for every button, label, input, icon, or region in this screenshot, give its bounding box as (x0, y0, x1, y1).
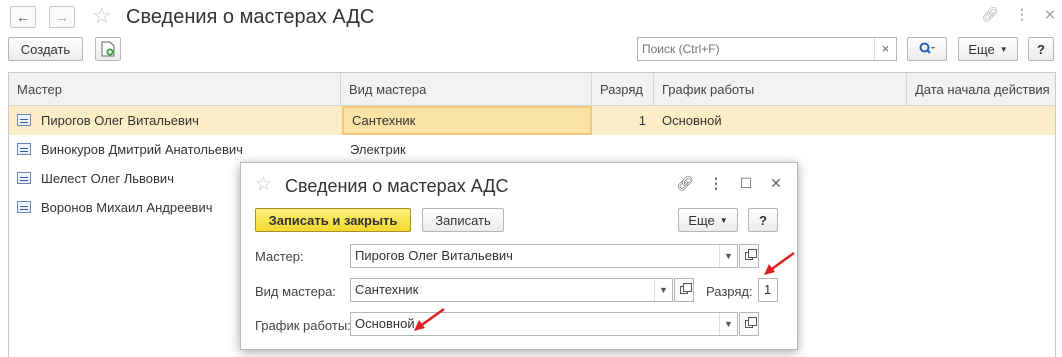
column-header-grade[interactable]: Разряд (592, 73, 654, 106)
save-label: Записать (435, 212, 491, 228)
cell-type: Сантехник (342, 106, 592, 135)
more-vertical-icon[interactable]: ⋮ (1012, 6, 1032, 23)
annotation-arrow-icon (764, 251, 795, 275)
chevron-down-icon: ▼ (719, 215, 728, 225)
more-button[interactable]: Еще ▼ (958, 37, 1018, 61)
table-row[interactable]: Пирогов Олег Витальевич Сантехник 1 Осно… (9, 106, 1055, 135)
more-vertical-icon[interactable]: ⋮ (706, 175, 726, 192)
cell-master: Пирогов Олег Витальевич (41, 113, 199, 128)
type-field[interactable]: Сантехник ▼ (350, 278, 673, 302)
open-schedule-button[interactable] (739, 312, 759, 336)
schedule-value: Основной (355, 316, 415, 331)
search-button[interactable] (907, 37, 947, 61)
grade-field[interactable]: 1 (758, 278, 778, 302)
back-button[interactable]: ← (10, 6, 36, 28)
dropdown-arrow-icon[interactable]: ▼ (654, 279, 672, 301)
column-header-master[interactable]: Мастер (9, 73, 341, 106)
column-header-schedule[interactable]: График работы (654, 73, 907, 106)
help-label: ? (759, 212, 767, 228)
page-title: Сведения о мастерах АДС (126, 6, 375, 28)
forward-button[interactable]: → (49, 6, 75, 28)
help-button[interactable]: ? (748, 208, 778, 232)
close-icon[interactable]: ✕ (1040, 6, 1060, 24)
dropdown-arrow-icon[interactable]: ▼ (719, 245, 737, 267)
favorite-star-icon[interactable]: ☆ (92, 3, 112, 29)
favorite-star-icon[interactable]: ☆ (255, 173, 272, 196)
cell-master: Шелест Олег Львович (41, 171, 174, 186)
cell-schedule: Основной (662, 113, 722, 128)
open-type-button[interactable] (674, 278, 694, 302)
catalog-item-icon (17, 201, 31, 213)
column-header-start-date[interactable]: Дата начала действия (907, 73, 1057, 106)
open-form-icon (680, 283, 692, 294)
grade-value: 1 (764, 282, 772, 297)
save-and-close-label: Записать и закрыть (268, 212, 398, 228)
add-document-icon (101, 41, 115, 57)
more-button-label: Еще (968, 41, 995, 57)
help-button[interactable]: ? (1028, 37, 1054, 61)
link-icon[interactable]: 🔗︎ (980, 6, 1000, 23)
help-button-label: ? (1037, 41, 1045, 57)
close-icon[interactable]: ✕ (766, 175, 786, 192)
cell-type: Электрик (350, 142, 406, 157)
type-value: Сантехник (355, 282, 419, 297)
table-header: Мастер Вид мастера Разряд График работы … (9, 73, 1055, 106)
cell-master: Винокуров Дмитрий Анатольевич (41, 142, 243, 157)
grade-label: Разряд: (706, 284, 753, 299)
schedule-field[interactable]: Основной ▼ (350, 312, 738, 336)
search-field[interactable]: × (637, 37, 897, 61)
catalog-item-icon (17, 172, 31, 184)
arrow-right-icon: → (55, 9, 69, 25)
master-value: Пирогов Олег Витальевич (355, 248, 513, 263)
master-info-dialog: ☆ Сведения о мастерах АДС 🔗︎ ⋮ ☐ ✕ Запис… (240, 162, 798, 350)
create-button-label: Создать (20, 41, 71, 57)
catalog-item-icon (17, 114, 31, 126)
annotation-arrow-icon (414, 307, 445, 331)
more-button[interactable]: Еще ▼ (678, 208, 738, 232)
save-button[interactable]: Записать (422, 208, 504, 232)
search-input[interactable] (638, 38, 874, 60)
cell-master: Воронов Михаил Андреевич (41, 200, 213, 215)
dropdown-arrow-icon[interactable]: ▼ (719, 313, 737, 335)
arrow-left-icon: ← (16, 9, 30, 25)
catalog-item-icon (17, 143, 31, 155)
cell-start-date (907, 106, 915, 135)
more-label: Еще (688, 212, 715, 228)
add-from-file-button[interactable] (95, 37, 121, 61)
table-row[interactable]: Винокуров Дмитрий Анатольевич Электрик (9, 135, 1055, 164)
save-and-close-button[interactable]: Записать и закрыть (255, 208, 411, 232)
chevron-down-icon: ▼ (999, 44, 1008, 54)
master-field[interactable]: Пирогов Олег Витальевич ▼ (350, 244, 738, 268)
link-icon[interactable]: 🔗︎ (675, 175, 695, 192)
open-form-icon (745, 317, 757, 328)
master-label: Мастер: (255, 249, 304, 264)
maximize-icon[interactable]: ☐ (736, 175, 756, 192)
type-label: Вид мастера: (255, 284, 336, 299)
clear-search-icon[interactable]: × (874, 38, 896, 60)
open-form-icon (745, 249, 757, 260)
cell-grade: 1 (638, 113, 646, 128)
open-master-button[interactable] (739, 244, 759, 268)
create-button[interactable]: Создать (8, 37, 83, 61)
dialog-title: Сведения о мастерах АДС (285, 176, 509, 196)
search-icon (919, 42, 935, 54)
column-header-type[interactable]: Вид мастера (341, 73, 592, 106)
schedule-label: График работы: (255, 318, 351, 333)
